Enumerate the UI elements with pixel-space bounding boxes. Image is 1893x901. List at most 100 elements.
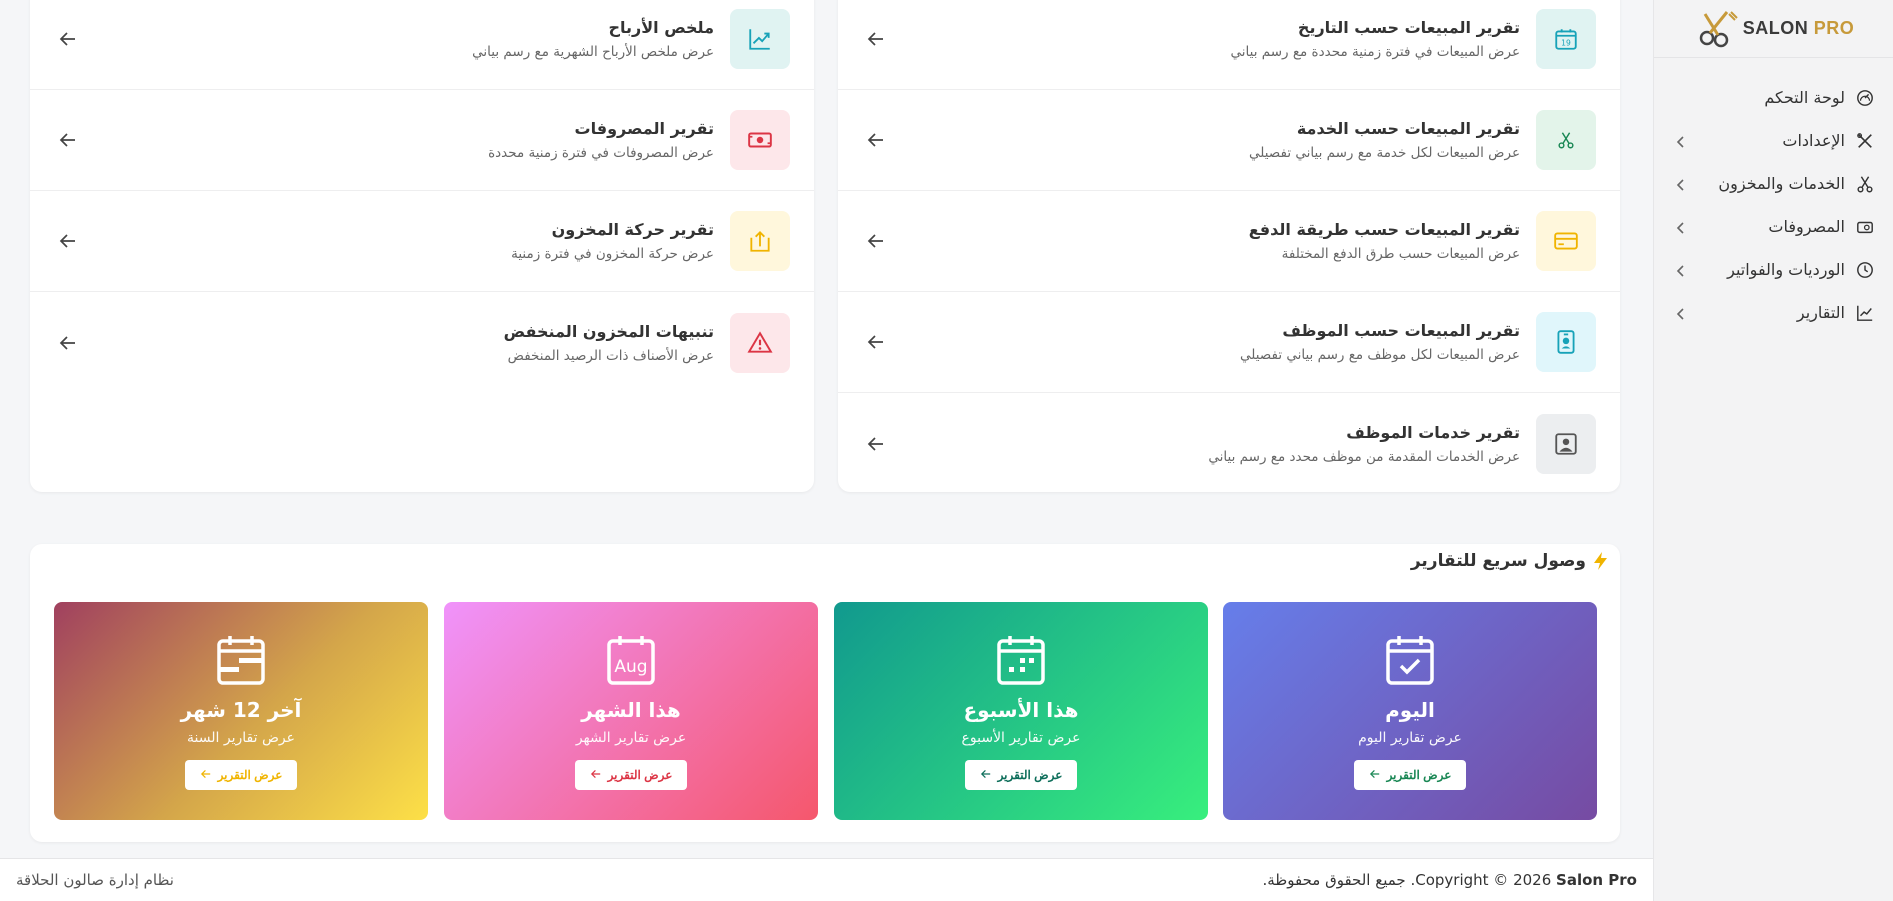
calendar-icon: 19: [1536, 9, 1596, 69]
chart-icon: [1855, 303, 1875, 323]
quick-tile[interactable]: هذا الأسبوع عرض تقارير الأسبوع عرض التقرير: [834, 602, 1208, 820]
report-row[interactable]: تقرير المصروفات عرض المصروفات في فترة زمن…: [30, 90, 814, 191]
scissors-icon: [1536, 110, 1596, 170]
sidebar-item-settings[interactable]: الإعدادات: [1654, 119, 1893, 162]
report-text: تنبيهات المخزون المنخفض عرض الأصناف ذات ا…: [78, 322, 714, 364]
report-title: تقرير خدمات الموظف: [1346, 422, 1520, 442]
chevron-left-icon: [1674, 177, 1688, 191]
tile-subtitle: عرض تقارير الأسبوع: [961, 730, 1081, 746]
sidebar-item-label: التقارير: [1796, 303, 1845, 322]
sidebar-item-label: الإعدادات: [1782, 131, 1845, 150]
tile-title: آخر 12 شهر: [180, 698, 302, 722]
credit-card-icon: [1536, 211, 1596, 271]
quick-tile[interactable]: اليوم عرض تقارير اليوم عرض التقرير: [1223, 602, 1597, 820]
report-description: عرض المبيعات لكل خدمة مع رسم بياني تفصيل…: [1249, 145, 1520, 161]
report-row[interactable]: تقرير المبيعات حسب طريقة الدفع عرض المبيع…: [838, 191, 1620, 292]
quick-tile[interactable]: Aug هذا الشهر عرض تقارير الشهر عرض التقرير: [444, 602, 818, 820]
arrow-left-icon[interactable]: [58, 333, 78, 353]
calendar-range-icon: [215, 634, 267, 686]
arrow-left-icon: [980, 768, 992, 783]
report-description: عرض الخدمات المقدمة من موظف محدد مع رسم …: [1208, 448, 1520, 465]
person-frame-icon: [1536, 413, 1596, 474]
report-title: ملخص الأرباح: [608, 18, 714, 37]
settings-icon: [1855, 131, 1875, 151]
tile-subtitle: عرض تقارير السنة: [187, 730, 295, 746]
report-title: تقرير المبيعات حسب طريقة الدفع: [1248, 220, 1520, 239]
report-text: تقرير حركة المخزون عرض حركة المخزون في فت…: [78, 220, 714, 262]
calendar-month-icon: Aug: [605, 634, 657, 686]
report-row[interactable]: تقرير المبيعات حسب الموظف عرض المبيعات لك…: [838, 292, 1620, 393]
arrow-left-icon[interactable]: [866, 231, 886, 251]
svg-text:Aug: Aug: [614, 657, 647, 677]
arrow-left-icon[interactable]: [866, 130, 886, 150]
arrow-left-icon[interactable]: [866, 29, 886, 49]
sidebar-item-label: لوحة التحكم: [1764, 88, 1845, 107]
sidebar-item-label: الورديات والفواتير: [1727, 260, 1845, 279]
lightning-icon: [1594, 552, 1607, 570]
report-description: عرض المبيعات حسب طرق الدفع المختلفة: [1281, 246, 1520, 262]
money-icon: [1855, 217, 1875, 237]
report-text: تقرير المبيعات حسب الخدمة عرض المبيعات لك…: [886, 119, 1520, 161]
chevron-left-icon: [1674, 263, 1688, 277]
view-report-label: عرض التقرير: [607, 768, 673, 782]
report-title: تقرير المبيعات حسب التاريخ: [1297, 18, 1520, 37]
report-row[interactable]: تقرير المبيعات حسب الخدمة عرض المبيعات لك…: [838, 90, 1620, 191]
calendar-check-icon: [1384, 634, 1436, 686]
sidebar-item-chart[interactable]: التقارير: [1654, 291, 1893, 334]
report-row[interactable]: 19 تقرير المبيعات حسب التاريخ عرض المبيعات…: [838, 0, 1620, 90]
report-description: عرض حركة المخزون في فترة زمنية: [511, 246, 714, 262]
arrow-left-icon[interactable]: [866, 332, 886, 352]
report-row[interactable]: تقرير حركة المخزون عرض حركة المخزون في فت…: [30, 191, 814, 292]
footer: Copyright © 2026 Salon Pro. جميع الحقوق …: [0, 858, 1653, 901]
calendar-week-icon: [995, 634, 1047, 686]
tile-title: اليوم: [1385, 698, 1435, 722]
quick-access-header: وصول سريع للتقارير: [30, 544, 1620, 578]
brand-logo-area[interactable]: SALON PRO: [1654, 0, 1893, 58]
view-report-label: عرض التقرير: [997, 768, 1063, 782]
sidebar-item-clock[interactable]: الورديات والفواتير: [1654, 248, 1893, 291]
report-description: عرض ملخص الأرباح الشهرية مع رسم بياني: [472, 44, 714, 60]
sidebar-nav: لوحة التحكم الإعدادات الخدمات والمخزون المص…: [1654, 76, 1893, 334]
footer-system-name: نظام إدارة صالون الحلاقة: [16, 871, 174, 889]
arrow-left-icon[interactable]: [58, 231, 78, 251]
report-row[interactable]: تقرير خدمات الموظف عرض الخدمات المقدمة من…: [838, 393, 1620, 494]
report-text: تقرير المبيعات حسب طريقة الدفع عرض المبيع…: [886, 220, 1520, 262]
sidebar-item-scissors[interactable]: الخدمات والمخزون: [1654, 162, 1893, 205]
view-report-button[interactable]: عرض التقرير: [965, 760, 1077, 790]
report-title: تقرير المصروفات: [574, 119, 714, 138]
report-description: عرض المصروفات في فترة زمنية محددة: [488, 145, 714, 161]
scissors-comb-logo-icon: [1699, 10, 1738, 47]
report-description: عرض الأصناف ذات الرصيد المنخفض: [507, 347, 714, 364]
chevron-left-icon: [1674, 134, 1688, 148]
scissors-icon: [1855, 174, 1875, 194]
arrow-left-icon[interactable]: [866, 434, 886, 454]
dashboard-icon: [1855, 88, 1875, 108]
tile-subtitle: عرض تقارير اليوم: [1358, 730, 1462, 746]
finance-reports-card: ملخص الأرباح عرض ملخص الأرباح الشهرية مع …: [30, 0, 814, 492]
sidebar-item-label: الخدمات والمخزون: [1718, 174, 1845, 193]
cash-icon: [730, 110, 790, 170]
arrow-left-icon[interactable]: [58, 29, 78, 49]
report-text: تقرير المصروفات عرض المصروفات في فترة زمن…: [78, 119, 714, 161]
sidebar-item-label: المصروفات: [1768, 217, 1845, 236]
report-row[interactable]: ملخص الأرباح عرض ملخص الأرباح الشهرية مع …: [30, 0, 814, 90]
arrow-left-icon[interactable]: [58, 130, 78, 150]
report-text: تقرير المبيعات حسب التاريخ عرض المبيعات ف…: [886, 18, 1521, 60]
sidebar-item-money[interactable]: المصروفات: [1654, 205, 1893, 248]
view-report-button[interactable]: عرض التقرير: [1354, 760, 1466, 790]
arrow-left-icon: [200, 768, 212, 783]
report-title: تنبيهات المخزون المنخفض: [503, 321, 714, 341]
tile-title: هذا الأسبوع: [963, 698, 1079, 722]
view-report-button[interactable]: عرض التقرير: [575, 760, 687, 790]
quick-tile[interactable]: آخر 12 شهر عرض تقارير السنة عرض التقرير: [54, 602, 428, 820]
quick-access-card: وصول سريع للتقارير اليوم عرض تقارير اليوم…: [30, 544, 1620, 842]
chevron-left-icon: [1674, 220, 1688, 234]
sidebar-item-dashboard[interactable]: لوحة التحكم: [1654, 76, 1893, 119]
view-report-label: عرض التقرير: [217, 768, 283, 782]
report-row[interactable]: تنبيهات المخزون المنخفض عرض الأصناف ذات ا…: [30, 292, 814, 393]
arrow-left-icon: [1369, 768, 1381, 783]
badge-icon: [1536, 312, 1596, 372]
footer-copyright: Copyright © 2026 Salon Pro. جميع الحقوق …: [1262, 871, 1638, 889]
view-report-button[interactable]: عرض التقرير: [185, 760, 297, 790]
tile-subtitle: عرض تقارير الشهر: [575, 730, 687, 746]
